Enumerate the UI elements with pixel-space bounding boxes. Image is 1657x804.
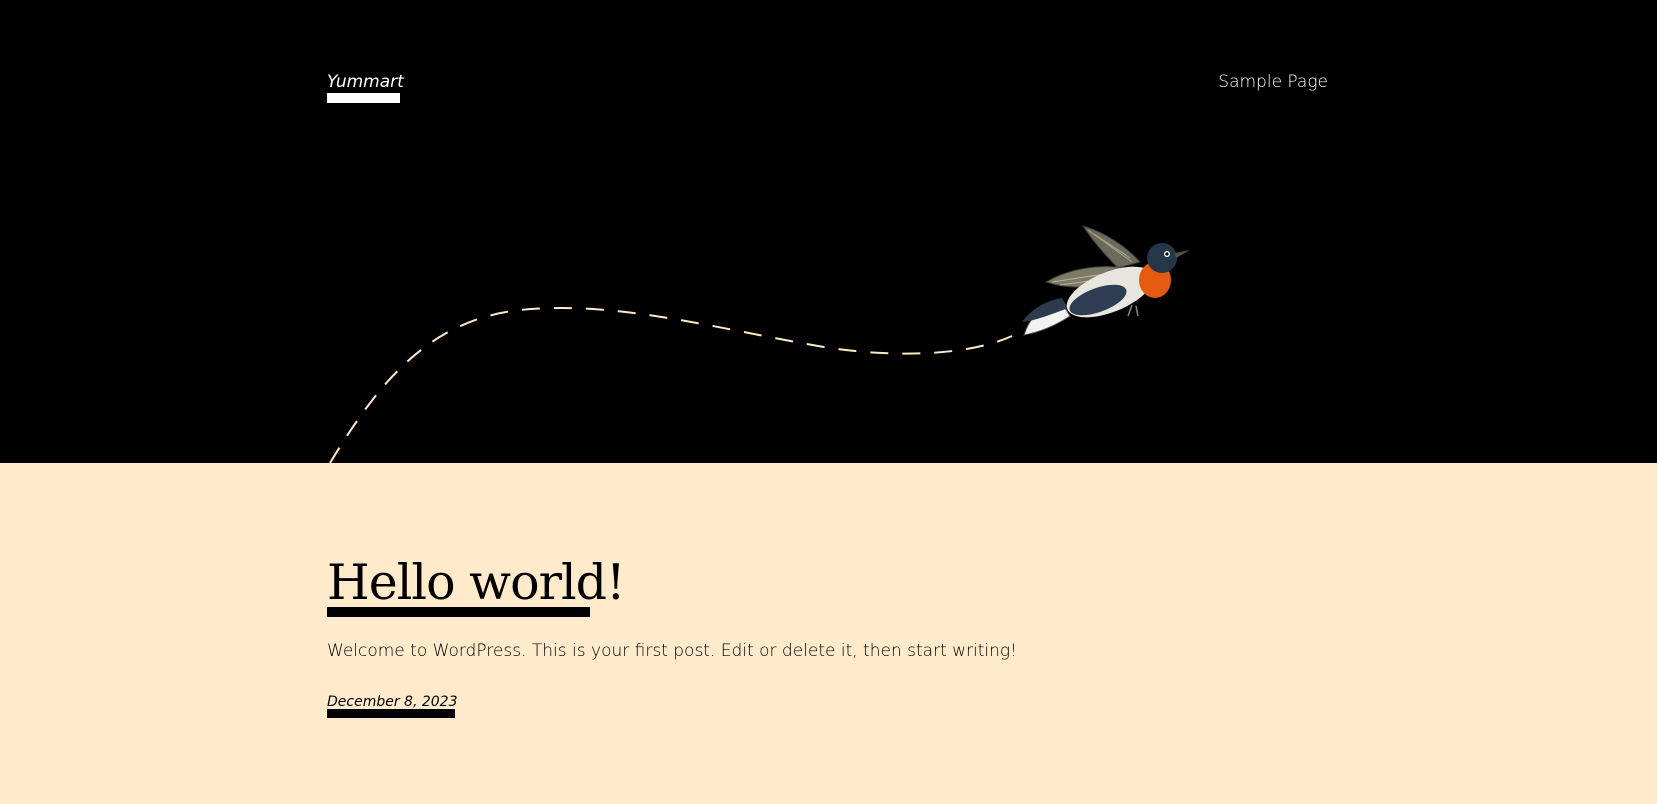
- post-excerpt: Welcome to WordPress. This is your first…: [327, 641, 1017, 661]
- post-date-underline: [327, 709, 455, 718]
- flight-path-illustration: [329, 225, 1190, 463]
- site-header: Yummart Sample Page: [0, 0, 1657, 463]
- flight-path-dashed-line: [329, 307, 1013, 463]
- post-title-link[interactable]: Hello world!: [327, 553, 626, 613]
- main-content: Hello world! Welcome to WordPress. This …: [0, 463, 1657, 804]
- post-title-underline: [327, 607, 590, 617]
- flying-bird-icon: [1022, 225, 1190, 336]
